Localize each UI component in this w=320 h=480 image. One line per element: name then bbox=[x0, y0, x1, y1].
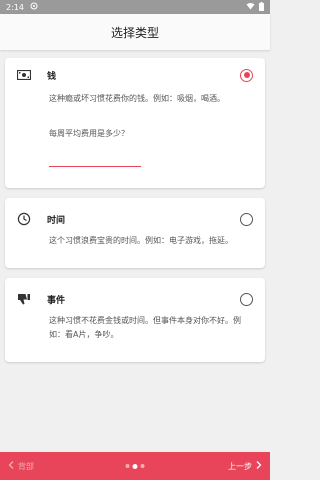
option-label-money: 钱 bbox=[47, 71, 57, 82]
page-title: 选择类型 bbox=[110, 25, 159, 40]
app-bar: 选择类型 bbox=[0, 14, 270, 50]
weekly-cost-question: 每周平均费用是多少？ bbox=[49, 129, 129, 138]
chevron-left-icon bbox=[8, 461, 14, 471]
chevron-right-icon bbox=[256, 461, 262, 471]
option-description-money: 这种瘾或坏习惯花费你的钱。例如：吸烟，喝酒。 bbox=[49, 94, 225, 103]
wifi-icon bbox=[246, 2, 255, 12]
option-card-event[interactable]: 事件 这种习惯不花费金钱或时间。但事件本身对你不好。例如：看A片，争吵。 bbox=[5, 278, 265, 362]
option-card-money[interactable]: 钱 这种瘾或坏习惯花费你的钱。例如：吸烟，喝酒。 每周平均费用是多少？ bbox=[5, 58, 265, 188]
page-dot-active bbox=[132, 463, 138, 469]
page-indicator bbox=[125, 463, 145, 469]
option-description-time: 这个习惯浪费宝贵的时间。例如：电子游戏，拖延。 bbox=[49, 236, 233, 245]
next-label: 上一步 bbox=[228, 461, 252, 471]
option-description-event: 这种习惯不花费金钱或时间。但事件本身对你不好。例如：看A片，争吵。 bbox=[49, 316, 241, 339]
page-dot bbox=[140, 464, 145, 468]
bottom-nav-bar: 背部 上一步 bbox=[0, 452, 270, 480]
back-label: 背部 bbox=[18, 461, 34, 471]
status-bar: 2:14 bbox=[0, 0, 270, 14]
clock-icon bbox=[17, 212, 31, 226]
money-icon bbox=[17, 68, 31, 82]
next-button[interactable]: 上一步 bbox=[228, 461, 262, 472]
radio-time[interactable] bbox=[240, 212, 253, 226]
option-label-event: 事件 bbox=[47, 295, 66, 306]
back-button[interactable]: 背部 bbox=[8, 461, 34, 472]
page-dot bbox=[125, 464, 130, 468]
battery-icon bbox=[259, 1, 264, 13]
option-label-time: 时间 bbox=[47, 215, 66, 226]
option-card-time[interactable]: 时间 这个习惯浪费宝贵的时间。例如：电子游戏，拖延。 bbox=[5, 198, 265, 268]
weekly-cost-input[interactable] bbox=[49, 153, 141, 167]
radio-event[interactable] bbox=[240, 292, 253, 306]
status-time: 2:14 bbox=[6, 2, 24, 12]
app-notification-icon bbox=[30, 2, 38, 12]
radio-money[interactable] bbox=[240, 68, 253, 82]
thumbs-down-icon bbox=[17, 292, 31, 306]
